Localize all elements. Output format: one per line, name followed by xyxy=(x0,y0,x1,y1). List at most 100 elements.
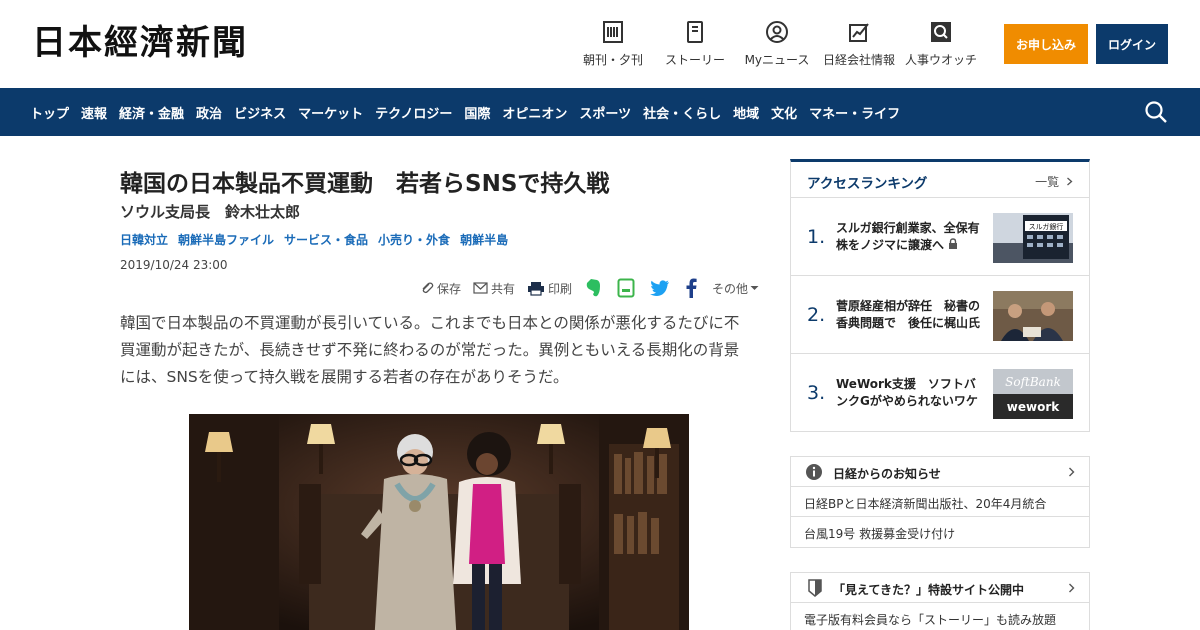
evernote-button[interactable] xyxy=(584,278,605,298)
article-tag[interactable]: 朝鮮半島 xyxy=(460,231,508,248)
nav-item-flash[interactable]: 速報 xyxy=(75,103,113,122)
subscribe-button[interactable]: お申し込み xyxy=(1004,24,1088,64)
nav-item-market[interactable]: マーケット xyxy=(292,103,369,122)
nav-item-culture[interactable]: 文化 xyxy=(765,103,803,122)
more-button[interactable]: その他 xyxy=(712,280,762,297)
notice-item[interactable]: 日経BPと日本経済新聞出版社、20年4月統合 xyxy=(791,487,1089,517)
nav-item-international[interactable]: 国際 xyxy=(458,103,496,122)
mail-icon xyxy=(473,282,488,294)
promo-header[interactable]: 「見えてきた？」特設サイト公開中 xyxy=(791,573,1089,603)
nav-item-region[interactable]: 地域 xyxy=(727,103,765,122)
article-photo[interactable] xyxy=(189,414,689,630)
print-label: 印刷 xyxy=(548,281,573,296)
book-icon xyxy=(687,21,703,43)
chevron-right-icon xyxy=(1069,467,1075,477)
ranking-item[interactable]: 1. スルガ銀行創業家、全保有株をノジマに譲渡へ スルガ銀行 xyxy=(791,198,1089,276)
article-toolbar: 保存 共有 印刷 その他 xyxy=(420,276,774,300)
header-nav-label: 朝刊・夕刊 xyxy=(582,53,643,67)
caret-down-icon xyxy=(750,286,759,290)
nav-item-sports[interactable]: スポーツ xyxy=(573,103,637,122)
article-tag[interactable]: 朝鮮半島ファイル xyxy=(178,231,274,248)
user-icon xyxy=(766,21,788,43)
article-tag[interactable]: 日韓対立 xyxy=(120,231,168,248)
notice-header[interactable]: 日経からのお知らせ xyxy=(791,457,1089,487)
ranking-header: アクセスランキング 一覧 xyxy=(791,162,1089,198)
ranking-number: 1. xyxy=(807,226,826,248)
evernote-icon xyxy=(586,279,601,297)
article-title: 韓国の日本製品不買運動 若者らSNSで持久戦 xyxy=(120,171,610,197)
chevron-right-icon xyxy=(1067,177,1073,186)
chevron-right-icon xyxy=(1069,583,1075,593)
promo-box: 「見えてきた？」特設サイト公開中 電子版有料会員なら「ストーリー」も読み放題 xyxy=(790,572,1090,630)
chart-icon xyxy=(849,23,869,42)
article-tags: 日韓対立 朝鮮半島ファイル サービス・食品 小売り・外食 朝鮮半島 xyxy=(120,231,760,248)
header-nav-label: Myニュース xyxy=(744,53,810,67)
header-nav-jinji[interactable]: 人事ウオッチ xyxy=(900,18,982,68)
ranking-headline: WeWork支援 ソフトバンクGがやめられないワケ xyxy=(836,377,978,408)
ranking-more-label: 一覧 xyxy=(1035,175,1060,189)
ranking-number: 2. xyxy=(807,304,826,326)
article-byline: ソウル支局長 鈴木壮太郎 xyxy=(120,203,301,221)
nav-item-technology[interactable]: テクノロジー xyxy=(369,103,458,122)
header-nav-mynews[interactable]: Myニュース xyxy=(736,18,818,68)
nav-item-money[interactable]: マネー・ライフ xyxy=(803,103,906,122)
printer-icon xyxy=(528,281,545,296)
clip-icon xyxy=(422,282,434,294)
search-person-icon xyxy=(931,22,951,42)
main-navbar: トップ 速報 経済・金融 政治 ビジネス マーケット テクノロジー 国際 オピニ… xyxy=(0,88,1200,136)
print-button[interactable]: 印刷 xyxy=(527,280,572,297)
site-header: 日本經濟新聞 朝刊・夕刊 ストーリー Myニュース 日経会社情報 人事ウオッチ … xyxy=(0,0,1200,88)
ranking-more-link[interactable]: 一覧 xyxy=(1035,173,1073,190)
header-nav-label: ストーリー xyxy=(664,53,725,67)
ranking-text: スルガ銀行創業家、全保有株をノジマに譲渡へ xyxy=(836,220,986,254)
promo-title: 「見えてきた？」特設サイト公開中 xyxy=(833,583,1025,597)
nav-item-business[interactable]: ビジネス xyxy=(228,103,292,122)
nav-item-society[interactable]: 社会・くらし xyxy=(637,103,727,122)
header-nav-label: 日経会社情報 xyxy=(822,53,895,67)
ranking-thumb-softbank: SoftBank wework xyxy=(993,369,1073,419)
photo-scene xyxy=(189,414,689,630)
login-button[interactable]: ログイン xyxy=(1096,24,1168,64)
nav-item-opinion[interactable]: オピニオン xyxy=(496,103,573,122)
save-button[interactable]: 保存 xyxy=(420,280,461,297)
more-label: その他 xyxy=(712,281,749,296)
header-nav-story[interactable]: ストーリー xyxy=(654,18,736,68)
header-nav-label: 人事ウオッチ xyxy=(904,53,977,67)
twitter-button[interactable] xyxy=(650,279,673,297)
header-nav: 朝刊・夕刊 ストーリー Myニュース 日経会社情報 人事ウオッチ xyxy=(572,18,982,68)
search-icon[interactable] xyxy=(1144,100,1168,124)
save-label: 保存 xyxy=(437,281,462,296)
ranking-thumb-bank: スルガ銀行 xyxy=(993,213,1073,263)
header-nav-company[interactable]: 日経会社情報 xyxy=(818,18,900,68)
twitter-icon xyxy=(650,279,670,296)
lock-icon xyxy=(949,238,958,249)
access-ranking: アクセスランキング 一覧 1. スルガ銀行創業家、全保有株をノジマに譲渡へ スル… xyxy=(790,159,1090,432)
thumb-wework-text: wework xyxy=(1007,400,1060,414)
facebook-icon xyxy=(686,278,697,298)
bookmark-button[interactable] xyxy=(617,278,638,298)
ranking-title: アクセスランキング xyxy=(807,176,928,192)
header-nav-paper[interactable]: 朝刊・夕刊 xyxy=(572,18,654,68)
nav-item-politics[interactable]: 政治 xyxy=(190,103,228,122)
newspaper-icon xyxy=(603,21,623,43)
notice-title: 日経からのお知らせ xyxy=(833,467,941,481)
note-icon xyxy=(617,278,635,298)
nav-item-top[interactable]: トップ xyxy=(24,103,75,122)
article-tag[interactable]: サービス・食品 xyxy=(284,231,368,248)
article-tag[interactable]: 小売り・外食 xyxy=(378,231,450,248)
site-logo[interactable]: 日本經濟新聞 xyxy=(32,23,248,63)
ranking-item[interactable]: 3. WeWork支援 ソフトバンクGがやめられないワケ SoftBank we… xyxy=(791,354,1089,432)
promo-text[interactable]: 電子版有料会員なら「ストーリー」も読み放題 xyxy=(791,603,1089,628)
navbar-list: トップ 速報 経済・金融 政治 ビジネス マーケット テクノロジー 国際 オピニ… xyxy=(24,88,906,136)
nav-item-economy[interactable]: 経済・金融 xyxy=(113,103,190,122)
ranking-item[interactable]: 2. 菅原経産相が辞任 秘書の香典問題で 後任に梶山氏 xyxy=(791,276,1089,354)
ranking-number: 3. xyxy=(807,382,826,404)
notice-item[interactable]: 台風19号 救援募金受け付け xyxy=(791,517,1089,547)
facebook-button[interactable] xyxy=(685,278,700,298)
share-label: 共有 xyxy=(491,281,516,296)
nikkei-notice: 日経からのお知らせ 日経BPと日本経済新聞出版社、20年4月統合 台風19号 救… xyxy=(790,456,1090,548)
thumb-bank-sign: スルガ銀行 xyxy=(1029,222,1064,231)
ranking-headline: 菅原経産相が辞任 秘書の香典問題で 後任に梶山氏 xyxy=(836,299,981,330)
ranking-thumb-minister xyxy=(993,291,1073,341)
share-button[interactable]: 共有 xyxy=(473,280,515,297)
